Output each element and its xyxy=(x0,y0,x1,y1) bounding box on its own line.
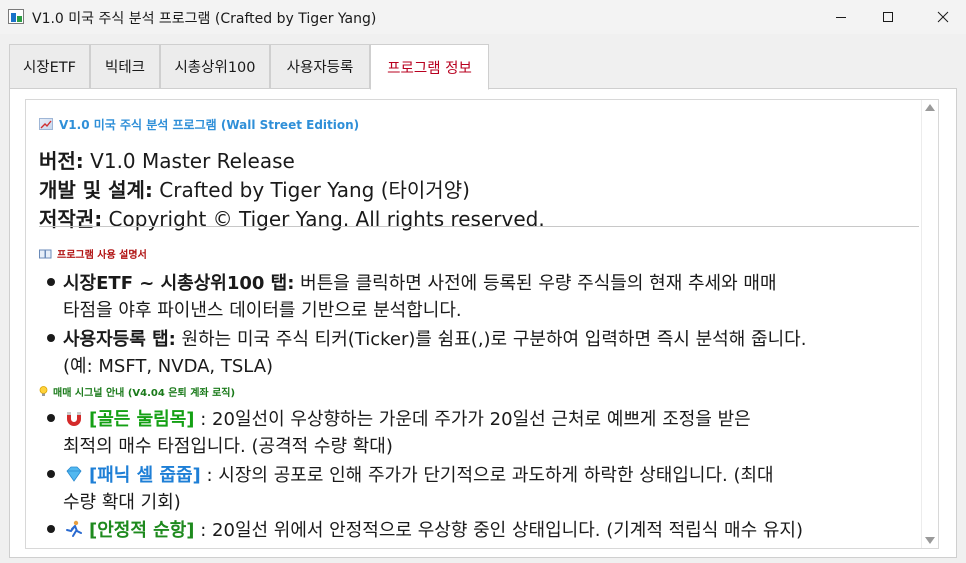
manual-section-title: 프로그램 사용 설명서 xyxy=(39,246,147,261)
section-divider xyxy=(39,226,919,227)
signal-panic-text2: 수량 확대 기회) xyxy=(63,492,181,513)
tab-bigtech[interactable]: 빅테크 xyxy=(90,44,160,89)
chart-emoji-icon xyxy=(39,118,53,130)
scroll-down-arrow-icon[interactable] xyxy=(925,537,935,544)
gem-icon xyxy=(66,466,82,482)
program-header-text: V1.0 미국 주식 분석 프로그램 (Wall Street Edition) xyxy=(59,118,360,132)
chart-app-icon xyxy=(8,9,24,24)
magnet-icon xyxy=(67,412,81,426)
manual-b2-label: 사용자등록 탭: xyxy=(63,329,176,350)
tab-program-info[interactable]: 프로그램 정보 xyxy=(370,44,489,90)
window-title: V1.0 미국 주식 분석 프로그램 (Crafted by Tiger Yan… xyxy=(32,11,377,27)
signal-panic-text1: : 시장의 공포로 인해 주가가 단기적으로 과도하게 하락한 상태입니다. (… xyxy=(200,465,774,486)
bullet-dot xyxy=(47,278,55,286)
signals-section-title: 매매 시그널 안내 (V4.04 은퇴 계좌 로직) xyxy=(39,384,235,399)
vertical-scrollbar[interactable] xyxy=(921,100,938,548)
manual-b1-label: 시장ETF ~ 시총상위100 탭: xyxy=(63,273,295,294)
scroll-up-arrow-icon[interactable] xyxy=(925,104,935,111)
bullet-dot xyxy=(47,525,55,533)
minimize-icon xyxy=(836,17,846,18)
book-icon xyxy=(39,249,52,259)
signal-panic-tag: [패닉 셀 줍줍] xyxy=(89,465,201,486)
close-icon xyxy=(937,11,949,23)
tab-user-register[interactable]: 사용자등록 xyxy=(270,44,370,89)
version-label: 버전: xyxy=(39,149,84,173)
developer-label: 개발 및 설계: xyxy=(39,178,153,202)
manual-b1-text2: 타점을 야후 파이낸스 데이터를 기반으로 분석합니다. xyxy=(63,300,462,321)
info-text-box[interactable]: V1.0 미국 주식 분석 프로그램 (Wall Street Edition)… xyxy=(25,99,939,549)
close-button[interactable] xyxy=(920,0,966,34)
runner-icon xyxy=(66,520,82,537)
tab-top100[interactable]: 시총상위100 xyxy=(160,44,270,89)
maximize-icon xyxy=(883,12,893,22)
lightbulb-icon xyxy=(39,386,48,396)
bullet-dot xyxy=(47,334,55,342)
developer-line: 개발 및 설계: Crafted by Tiger Yang (타이거양) xyxy=(39,174,470,203)
tab-panel: V1.0 미국 주식 분석 프로그램 (Wall Street Edition)… xyxy=(9,88,957,558)
program-header: V1.0 미국 주식 분석 프로그램 (Wall Street Edition) xyxy=(39,116,359,133)
version-value: V1.0 Master Release xyxy=(83,149,295,173)
bullet-dot xyxy=(47,470,55,478)
minimize-button[interactable] xyxy=(818,0,864,34)
signal-stable-text1: : 20일선 위에서 안정적으로 우상향 중인 상태입니다. (기계적 적립식 … xyxy=(194,520,804,541)
signal-stable-tag: [안정적 순항] xyxy=(89,520,195,541)
bullet-dot xyxy=(47,414,55,422)
developer-value: Crafted by Tiger Yang (타이거양) xyxy=(152,178,470,202)
copyright-label: 저작권: xyxy=(39,207,103,231)
info-scroll-area: V1.0 미국 주식 분석 프로그램 (Wall Street Edition)… xyxy=(26,100,923,548)
title-bar: V1.0 미국 주식 분석 프로그램 (Crafted by Tiger Yan… xyxy=(0,0,966,34)
manual-b1-text1: 버튼을 클릭하면 사전에 등록된 우량 주식들의 현재 추세와 매매 xyxy=(294,273,777,294)
signal-golden-tag: [골든 눌림목] xyxy=(89,409,195,430)
app-window: V1.0 미국 주식 분석 프로그램 (Crafted by Tiger Yan… xyxy=(0,0,966,563)
maximize-button[interactable] xyxy=(865,0,911,34)
manual-b2-text2: (예: MSFT, NVDA, TSLA) xyxy=(63,356,274,377)
tab-market-etf[interactable]: 시장ETF xyxy=(9,44,90,89)
manual-b2-text1: 원하는 미국 주식 티커(Ticker)를 쉼표(,)로 구분하여 입력하면 즉… xyxy=(175,329,807,350)
manual-title-text: 프로그램 사용 설명서 xyxy=(57,250,147,261)
version-line: 버전: V1.0 Master Release xyxy=(39,145,295,174)
signals-title-text: 매매 시그널 안내 (V4.04 은퇴 계좌 로직) xyxy=(53,388,236,399)
signal-golden-text1: : 20일선이 우상향하는 가운데 주가가 20일선 근처로 예쁘게 조정을 받… xyxy=(194,409,751,430)
copyright-value: Copyright © Tiger Yang. All rights reser… xyxy=(102,207,545,231)
copyright-line: 저작권: Copyright © Tiger Yang. All rights … xyxy=(39,203,545,232)
signal-golden-text2: 최적의 매수 타점입니다. (공격적 수량 확대) xyxy=(63,436,393,457)
